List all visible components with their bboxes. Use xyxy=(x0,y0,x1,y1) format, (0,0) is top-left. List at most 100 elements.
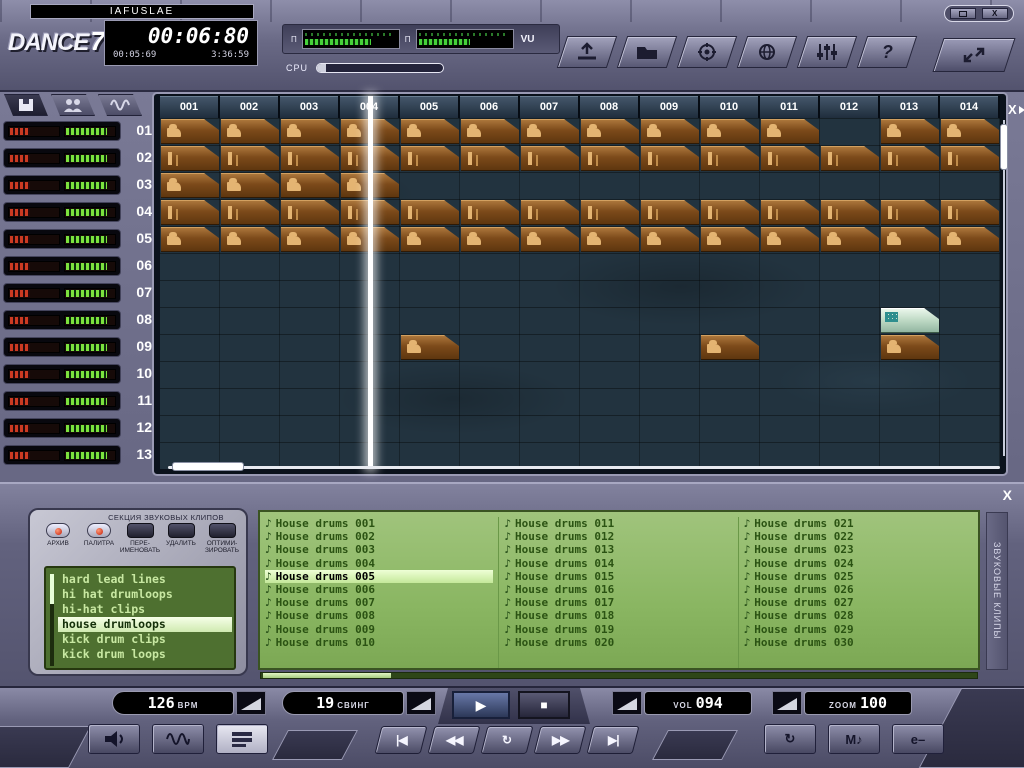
column-header[interactable]: 011 xyxy=(760,96,820,118)
track-number[interactable]: 03 xyxy=(136,176,152,192)
column-header[interactable]: 002 xyxy=(220,96,280,118)
clip-list-item[interactable]: ♪ House drums 029 xyxy=(744,623,973,636)
clip-list-item[interactable]: ♪ House drums 020 xyxy=(504,636,732,649)
clip-bar[interactable] xyxy=(941,200,999,225)
clip-bar[interactable] xyxy=(941,146,999,171)
column-header[interactable]: 008 xyxy=(580,96,640,118)
clip-bar[interactable] xyxy=(821,200,879,225)
skip-start-button[interactable]: |◀ xyxy=(374,726,428,754)
clip-list-item[interactable]: ♪ House drums 022 xyxy=(744,530,973,543)
track-number[interactable]: 07 xyxy=(136,284,152,300)
effects-button[interactable] xyxy=(676,36,738,68)
clip-wave[interactable] xyxy=(161,119,219,144)
clip-list-item[interactable]: ♪ House drums 001 xyxy=(265,517,493,530)
horizontal-scrollbar[interactable] xyxy=(168,462,1000,471)
clip-wave[interactable] xyxy=(701,119,759,144)
clips-mode-button[interactable] xyxy=(216,724,268,754)
category-item[interactable]: kick drum loops xyxy=(58,647,232,662)
column-header[interactable]: 005 xyxy=(400,96,460,118)
clip-list-item[interactable]: ♪ House drums 006 xyxy=(265,583,493,596)
track-number[interactable]: 11 xyxy=(137,392,152,408)
column-header[interactable]: 013 xyxy=(880,96,940,118)
clip-wave[interactable] xyxy=(461,227,519,252)
clip-list-scroll-thumb[interactable] xyxy=(263,673,391,678)
cycle-button[interactable]: ↻ xyxy=(764,724,816,754)
column-header[interactable]: 009 xyxy=(640,96,700,118)
clip-list-item[interactable]: ♪ House drums 025 xyxy=(744,570,973,583)
clip-bar[interactable] xyxy=(281,200,339,225)
clip-list-item[interactable]: ♪ House drums 017 xyxy=(504,596,732,609)
clip-bar[interactable] xyxy=(581,200,639,225)
clip-bar[interactable] xyxy=(581,146,639,171)
clip-bar[interactable] xyxy=(401,200,459,225)
h-scroll-thumb[interactable] xyxy=(172,462,244,471)
category-item[interactable]: hard lead lines xyxy=(58,572,232,587)
import-export-button[interactable] xyxy=(556,36,618,68)
track-number[interactable]: 01 xyxy=(136,122,152,138)
sequencer-collapse-button[interactable]: X xyxy=(1008,102,1024,117)
clip-list-item[interactable]: ♪ House drums 018 xyxy=(504,609,732,622)
category-item[interactable]: hi-hat clips xyxy=(58,602,232,617)
column-header[interactable]: 014 xyxy=(940,96,1000,118)
clip-bar[interactable] xyxy=(461,146,519,171)
sound-mode-button[interactable] xyxy=(88,724,140,754)
clip-bar[interactable] xyxy=(761,200,819,225)
category-scroll-thumb[interactable] xyxy=(50,574,54,604)
clip-wave[interactable] xyxy=(281,227,339,252)
clip-wave[interactable] xyxy=(881,335,939,360)
clip-list-item[interactable]: ♪ House drums 010 xyxy=(265,636,493,649)
track-number[interactable]: 13 xyxy=(136,446,152,462)
category-item[interactable]: hi hat drumloops xyxy=(58,587,232,602)
playhead[interactable] xyxy=(368,96,373,469)
clip-bar[interactable] xyxy=(701,146,759,171)
browser-close-button[interactable]: X xyxy=(1003,487,1012,503)
wave-mode-button[interactable] xyxy=(152,724,204,754)
midi-button[interactable]: M♪ xyxy=(828,724,880,754)
clip-list-item[interactable]: ♪ House drums 024 xyxy=(744,557,973,570)
clip-wave[interactable] xyxy=(161,227,219,252)
column-header[interactable]: 010 xyxy=(700,96,760,118)
clip-wave[interactable] xyxy=(821,227,879,252)
clip-list-item[interactable]: ♪ House drums 003 xyxy=(265,543,493,556)
vertical-scrollbar[interactable] xyxy=(1000,120,1008,456)
track-number[interactable]: 05 xyxy=(136,230,152,246)
open-file-button[interactable] xyxy=(616,36,678,68)
clip-wave[interactable] xyxy=(941,227,999,252)
clip-list-item[interactable]: ♪ House drums 023 xyxy=(744,543,973,556)
bpm-slider[interactable] xyxy=(236,691,266,715)
dark-button-пере- именовать[interactable] xyxy=(126,523,154,538)
clip-list-item[interactable]: ♪ House drums 011 xyxy=(504,517,732,530)
help-button[interactable]: ? xyxy=(856,36,918,68)
clip-wave[interactable] xyxy=(581,119,639,144)
clip-list-item[interactable]: ♪ House drums 030 xyxy=(744,636,973,649)
close-button[interactable]: X xyxy=(981,8,1008,19)
track-number[interactable]: 09 xyxy=(136,338,152,354)
clip-wave[interactable] xyxy=(221,173,279,198)
skip-end-button[interactable]: ▶| xyxy=(586,726,640,754)
clip-list-item[interactable]: ♪ House drums 013 xyxy=(504,543,732,556)
clip-wave[interactable] xyxy=(281,173,339,198)
clip-list-item[interactable]: ♪ House drums 008 xyxy=(265,609,493,622)
clip-bar[interactable] xyxy=(161,146,219,171)
clip-bar[interactable] xyxy=(281,146,339,171)
clip-green[interactable] xyxy=(881,308,939,333)
clip-wave[interactable] xyxy=(701,335,759,360)
column-header[interactable]: 012 xyxy=(820,96,880,118)
resize-window-button[interactable] xyxy=(932,38,1016,72)
loop-button[interactable]: ↻ xyxy=(480,726,534,754)
clip-wave[interactable] xyxy=(221,227,279,252)
clip-wave[interactable] xyxy=(881,119,939,144)
rewind-button[interactable]: ◀◀ xyxy=(427,726,481,754)
clip-bar[interactable] xyxy=(521,200,579,225)
clip-wave[interactable] xyxy=(161,173,219,198)
forward-button[interactable]: ▶▶ xyxy=(533,726,587,754)
clip-bar[interactable] xyxy=(641,146,699,171)
clip-bar[interactable] xyxy=(461,200,519,225)
clip-wave[interactable] xyxy=(221,119,279,144)
clip-bar[interactable] xyxy=(641,200,699,225)
clip-wave[interactable] xyxy=(641,227,699,252)
clip-wave[interactable] xyxy=(521,227,579,252)
stop-button[interactable]: ■ xyxy=(518,691,570,719)
clip-bar[interactable] xyxy=(761,146,819,171)
clip-bar[interactable] xyxy=(881,146,939,171)
